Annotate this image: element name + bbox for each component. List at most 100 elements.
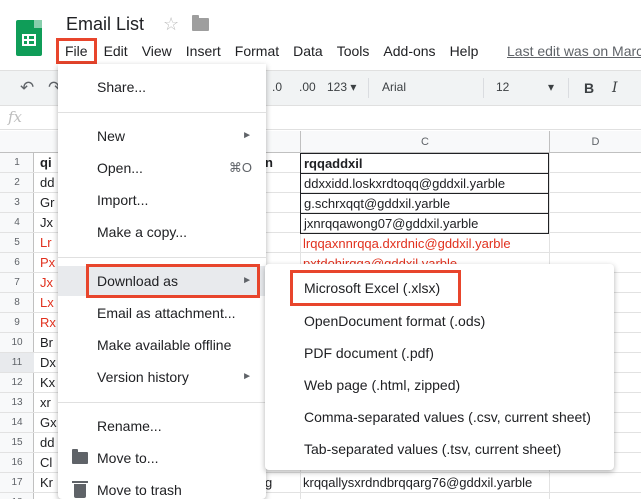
more-formats-label: 123 xyxy=(327,80,348,94)
menu-item-import[interactable]: Import... xyxy=(58,185,266,215)
increase-decimal-button[interactable]: .00 xyxy=(299,80,316,94)
menu-item-label: Move to trash xyxy=(97,482,182,498)
menu-item-label: Share... xyxy=(97,79,147,95)
doc-title[interactable]: Email List xyxy=(66,14,144,35)
menu-help[interactable]: Help xyxy=(443,38,486,64)
toolbar-divider xyxy=(368,78,369,98)
menu-addons[interactable]: Add-ons xyxy=(376,38,442,64)
cell-b17[interactable]: g xyxy=(262,473,300,493)
row-number[interactable]: 8 xyxy=(0,293,34,313)
menu-data[interactable]: Data xyxy=(286,38,330,64)
menu-item-version-history[interactable]: Version history ► xyxy=(58,362,266,392)
sheets-logo-icon[interactable] xyxy=(16,20,42,56)
column-header-c[interactable]: C xyxy=(300,131,549,153)
chevron-down-icon: ▾ xyxy=(350,80,357,94)
row-number[interactable]: 18 xyxy=(0,493,34,499)
download-xlsx[interactable]: Microsoft Excel (.xlsx) xyxy=(265,272,614,304)
row-number[interactable]: 16 xyxy=(0,453,34,473)
star-icon[interactable]: ☆ xyxy=(163,14,179,35)
cell-c6[interactable]: pxtdohirqqa@gddxil.yarble xyxy=(300,254,549,264)
font-select[interactable]: Arial xyxy=(382,80,406,94)
menu-item-email-attachment[interactable]: Email as attachment... xyxy=(58,298,266,328)
menu-item-label: Version history xyxy=(97,369,189,385)
menu-divider xyxy=(58,112,266,113)
menu-item-make-copy[interactable]: Make a copy... xyxy=(58,217,266,247)
fx-icon: fx xyxy=(8,108,23,126)
download-ods[interactable]: OpenDocument format (.ods) xyxy=(265,305,614,337)
menu-divider xyxy=(58,402,266,403)
menu-divider xyxy=(58,257,266,258)
undo-icon[interactable]: ↶ xyxy=(20,78,34,98)
menu-insert[interactable]: Insert xyxy=(179,38,228,64)
row-number[interactable]: 15 xyxy=(0,433,34,453)
menu-item-label: Make available offline xyxy=(97,337,232,353)
row-number[interactable]: 9 xyxy=(0,313,34,333)
file-menu: Share... New ► Open... ⌘O Import... Make a… xyxy=(58,64,266,499)
submenu-arrow-icon: ► xyxy=(242,371,252,382)
download-submenu: Microsoft Excel (.xlsx) OpenDocument for… xyxy=(265,264,614,470)
cell-b1[interactable]: n xyxy=(262,153,300,173)
cell-c5[interactable]: lrqqaxnnrqqa.dxrdnic@gddxil.yarble xyxy=(300,234,549,254)
row-number[interactable]: 14 xyxy=(0,413,34,433)
row-number[interactable]: 5 xyxy=(0,233,34,253)
decrease-decimal-button[interactable]: .0 xyxy=(272,80,282,94)
menu-item-download-as[interactable]: Download as ► xyxy=(58,266,266,296)
row-number[interactable]: 11 xyxy=(0,353,34,373)
menu-item-offline[interactable]: Make available offline xyxy=(58,330,266,360)
row-number[interactable]: 12 xyxy=(0,373,34,393)
menu-item-label: Move to... xyxy=(97,450,159,466)
submenu-arrow-icon: ► xyxy=(242,275,252,286)
cell-c3[interactable]: g.schrxqqt@gddxil.yarble xyxy=(300,194,549,214)
menu-item-label: New xyxy=(97,128,126,144)
submenu-arrow-icon: ► xyxy=(242,130,252,141)
cell-c4[interactable]: jxnrqqawong07@gddxil.yarble xyxy=(300,214,549,234)
download-tsv[interactable]: Tab-separated values (.tsv, current shee… xyxy=(265,433,614,465)
bold-button[interactable]: B xyxy=(584,80,594,96)
more-formats-button[interactable]: 123 ▾ xyxy=(327,80,356,94)
menu-item-label: Email as attachment... xyxy=(97,305,236,321)
menu-view[interactable]: View xyxy=(135,38,179,64)
folder-menu-icon xyxy=(72,449,88,464)
toolbar-divider xyxy=(483,78,484,98)
menu-item-label: Make a copy... xyxy=(97,224,188,240)
cell-c2[interactable]: ddxxidd.loskxrdtoqq@gddxil.yarble xyxy=(300,174,549,194)
italic-button[interactable]: I xyxy=(612,80,618,96)
row-number[interactable]: 13 xyxy=(0,393,34,413)
cell-c1[interactable]: rqqaddxil xyxy=(300,153,549,174)
menu-item-open[interactable]: Open... ⌘O xyxy=(58,153,266,183)
trash-icon xyxy=(72,481,88,498)
menubar: File Edit View Insert Format Data Tools … xyxy=(56,38,485,64)
menu-item-label: Rename... xyxy=(97,418,162,434)
row-number[interactable]: 3 xyxy=(0,193,34,213)
download-csv[interactable]: Comma-separated values (.csv, current sh… xyxy=(265,401,614,433)
menu-item-new[interactable]: New ► xyxy=(58,121,266,151)
menu-item-move-trash[interactable]: Move to trash xyxy=(58,475,266,499)
row-number[interactable]: 6 xyxy=(0,253,34,273)
row-number[interactable]: 2 xyxy=(0,173,34,193)
toolbar-divider xyxy=(568,78,569,98)
cell-c17[interactable]: krqqallysxrdndbrqqarg76@gddxil.yarble xyxy=(300,473,640,493)
menu-edit[interactable]: Edit xyxy=(97,38,135,64)
row-number[interactable]: 4 xyxy=(0,213,34,233)
menu-item-label: Open... xyxy=(97,160,143,176)
menu-item-share[interactable]: Share... xyxy=(58,72,266,102)
menu-file[interactable]: File xyxy=(56,38,97,64)
menu-item-label: Import... xyxy=(97,192,149,208)
download-html[interactable]: Web page (.html, zipped) xyxy=(265,369,614,401)
menu-item-rename[interactable]: Rename... xyxy=(58,411,266,441)
menu-tools[interactable]: Tools xyxy=(330,38,377,64)
download-pdf[interactable]: PDF document (.pdf) xyxy=(265,337,614,369)
menu-item-label: Download as xyxy=(97,273,178,289)
row-number[interactable]: 10 xyxy=(0,333,34,353)
shortcut-label: ⌘O xyxy=(228,160,252,175)
row-number[interactable]: 1 xyxy=(0,153,34,173)
chevron-down-icon[interactable]: ▾ xyxy=(548,80,554,94)
column-header-d[interactable]: D xyxy=(549,131,641,153)
row-number[interactable]: 17 xyxy=(0,473,34,493)
last-edit-link[interactable]: Last edit was on Marc xyxy=(507,43,641,59)
menu-format[interactable]: Format xyxy=(228,38,286,64)
font-size-select[interactable]: 12 xyxy=(496,80,509,94)
menu-item-move-to[interactable]: Move to... xyxy=(58,443,266,473)
row-number[interactable]: 7 xyxy=(0,273,34,293)
folder-icon[interactable] xyxy=(192,15,209,31)
